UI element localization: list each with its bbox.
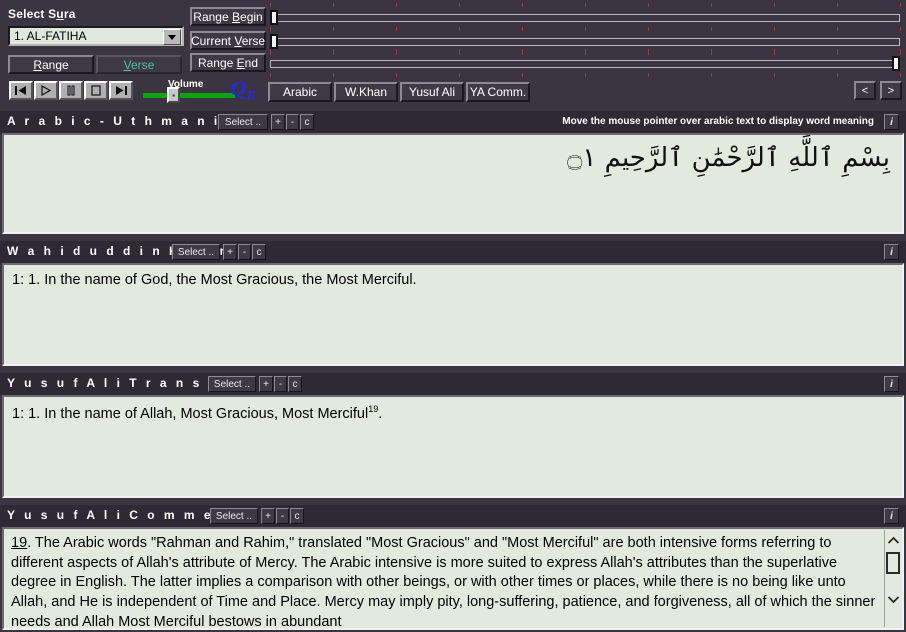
select-sura-label: Select Sura <box>8 7 76 21</box>
commentary-body: 19. The Arabic words "Rahman and Rahim,"… <box>4 529 902 630</box>
yusufali-section-header: Y u s u f A l i T r a n s l a t i o n Se… <box>0 373 906 395</box>
slider-ticks-top <box>270 49 901 53</box>
wkhan-section-header: W a h i d u d d i n K h a n Select .. + … <box>0 241 906 263</box>
source-button-yacommentary[interactable]: YA Comm. <box>466 82 530 102</box>
chevron-down-icon[interactable] <box>163 29 181 45</box>
skip-to-end-button[interactable] <box>109 81 133 100</box>
arabic-hint-text: Move the mouse pointer over arabic text … <box>562 116 874 127</box>
range-end-slider[interactable] <box>270 49 901 77</box>
wkhan-select-button[interactable]: Select .. <box>172 244 220 260</box>
yusufali-verse-ref: 1: 1. <box>12 405 41 422</box>
tab-range[interactable]: Range <box>8 55 94 74</box>
yusufali-select-button[interactable]: Select .. <box>208 376 256 392</box>
volume-slider-thumb[interactable]: ▪ <box>167 87 180 103</box>
stop-button[interactable] <box>84 81 108 100</box>
sura-select-value: 1. AL-FATIHA <box>14 29 87 43</box>
slider-ticks-bottom <box>270 73 901 77</box>
wkhan-copy-button[interactable]: c <box>252 244 266 260</box>
arabic-fontsize-increase-button[interactable]: + <box>271 114 285 130</box>
commentary-copy-button[interactable]: c <box>290 508 304 524</box>
transport-controls <box>9 81 133 100</box>
app-logo: QR <box>230 78 257 103</box>
arabic-text-panel[interactable]: بِسْمِ ٱللَّهِ ٱلرَّحْمَٰنِ ٱلرَّحِيمِ ۝… <box>2 133 904 234</box>
arabic-verse-text: بِسْمِ ٱللَّهِ ٱلرَّحْمَٰنِ ٱلرَّحِيمِ ۝… <box>567 143 890 173</box>
range-begin-label[interactable]: Range Begin <box>190 7 266 26</box>
commentary-text-panel[interactable]: 19. The Arabic words "Rahman and Rahim,"… <box>2 527 904 630</box>
wkhan-fontsize-decrease-button[interactable]: - <box>238 244 251 260</box>
arabic-copy-button[interactable]: c <box>300 114 314 130</box>
yusufali-footnote-marker[interactable]: 19 <box>368 404 378 414</box>
scroll-up-arrow-icon[interactable] <box>885 530 902 550</box>
yusufali-verse-body: In the name of Allah, Most Gracious, Mos… <box>44 405 369 422</box>
scrollbar-thumb[interactable] <box>886 552 900 574</box>
wkhan-verse-ref: 1: 1. <box>12 272 41 288</box>
commentary-fontsize-decrease-button[interactable]: - <box>276 508 289 524</box>
volume-slider-track[interactable] <box>143 93 235 98</box>
source-button-arabic[interactable]: Arabic <box>268 82 332 102</box>
slider-thumb[interactable] <box>270 34 278 49</box>
source-button-wkhan[interactable]: W.Khan <box>334 82 398 102</box>
current-verse-slider[interactable] <box>270 27 901 55</box>
scroll-down-arrow-icon[interactable] <box>885 589 902 609</box>
play-button[interactable] <box>34 81 58 100</box>
skip-to-start-button[interactable] <box>9 81 33 100</box>
commentary-scrollbar[interactable] <box>884 530 901 627</box>
yusufali-copy-button[interactable]: c <box>288 376 302 392</box>
wkhan-text-panel[interactable]: 1: 1. In the name of God, the Most Graci… <box>2 263 904 366</box>
commentary-text: . The Arabic words "Rahman and Rahim," t… <box>11 535 876 630</box>
arabic-fontsize-decrease-button[interactable]: - <box>286 114 299 130</box>
slider-track[interactable] <box>270 14 900 22</box>
arabic-info-button[interactable]: i <box>884 114 899 130</box>
range-begin-slider[interactable] <box>270 3 901 31</box>
arabic-section-header: A r a b i c - U t h m a n i s c r i p t … <box>0 111 906 133</box>
current-verse-label[interactable]: Current Verse <box>190 31 266 50</box>
yusufali-text-panel[interactable]: 1: 1. In the name of Allah, Most Graciou… <box>2 395 904 498</box>
wkhan-verse-body: In the name of God, the Most Gracious, t… <box>44 272 417 288</box>
yusufali-fontsize-decrease-button[interactable]: - <box>274 376 287 392</box>
yusufali-verse: 1: 1. In the name of Allah, Most Graciou… <box>4 397 902 424</box>
yusufali-info-button[interactable]: i <box>884 376 899 392</box>
tab-verse[interactable]: Verse <box>96 55 182 74</box>
slider-track[interactable] <box>270 60 900 68</box>
yusufali-verse-tail: . <box>378 405 383 422</box>
source-button-yusufali[interactable]: Yusuf Ali <box>400 82 464 102</box>
commentary-section-header: Y u s u f A l i C o m m e n t a r y Sele… <box>0 505 906 527</box>
sura-select-dropdown[interactable]: 1. AL-FATIHA <box>8 26 184 46</box>
slider-ticks-top <box>270 3 901 7</box>
range-end-label[interactable]: Range End <box>190 53 266 72</box>
commentary-info-button[interactable]: i <box>884 508 899 524</box>
nav-previous-button[interactable]: < <box>854 81 876 100</box>
slider-thumb[interactable] <box>270 10 278 25</box>
arabic-select-button[interactable]: Select .. <box>218 114 268 130</box>
wkhan-info-button[interactable]: i <box>884 244 899 260</box>
commentary-fontsize-increase-button[interactable]: + <box>261 508 275 524</box>
commentary-footnote-number: 19 <box>11 535 28 551</box>
slider-ticks-top <box>270 27 901 31</box>
nav-next-button[interactable]: > <box>880 81 902 100</box>
commentary-select-button[interactable]: Select .. <box>210 508 258 524</box>
wkhan-fontsize-increase-button[interactable]: + <box>223 244 237 260</box>
slider-thumb[interactable] <box>892 56 900 71</box>
pause-button[interactable] <box>59 81 83 100</box>
quran-reader-window: Select Sura 1. AL-FATIHA Range Verse Vol… <box>0 0 906 632</box>
slider-track[interactable] <box>270 38 900 46</box>
yusufali-fontsize-increase-button[interactable]: + <box>259 376 273 392</box>
wkhan-verse: 1: 1. In the name of God, the Most Graci… <box>4 265 902 291</box>
